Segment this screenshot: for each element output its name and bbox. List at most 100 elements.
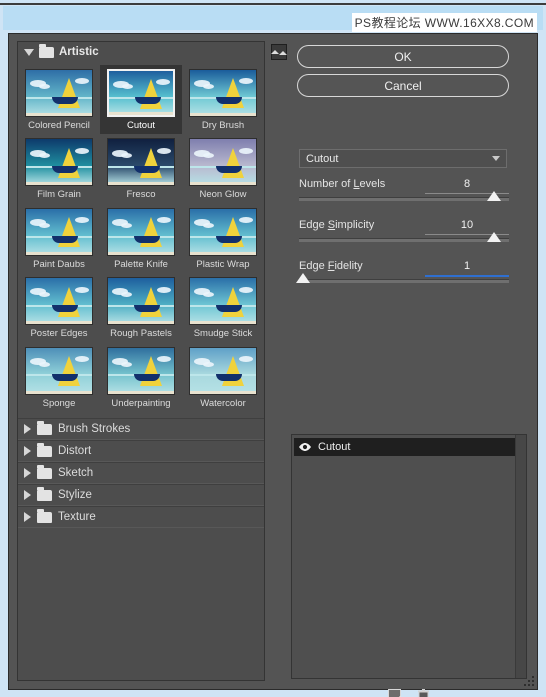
filter-thumb-poster-edges[interactable]: Poster Edges [18,273,100,342]
filter-thumb-rough-pastels[interactable]: Rough Pastels [100,273,182,342]
category-row-texture[interactable]: Texture [18,506,264,529]
filter-thumb-label: Fresco [126,189,156,201]
watermark-text: PS教程论坛 WWW.16XX8.COM [351,13,537,32]
triangle-right-icon[interactable] [24,490,31,501]
filter-thumb-label: Dry Brush [201,120,245,131]
layers-scrollbar[interactable] [515,435,526,678]
new-layer-icon[interactable] [387,688,402,697]
param-value: 1 [463,260,471,272]
eye-icon[interactable] [296,440,314,454]
filter-preview-image [107,207,175,256]
category-label: Sketch [58,467,94,480]
filter-thumb-palette-knife[interactable]: Palette Knife [100,204,182,273]
param-slider-handle[interactable] [487,232,502,242]
category-row-distort[interactable]: Distort [18,440,264,463]
filter-thumb-cutout[interactable]: Cutout [100,65,182,135]
filter-thumb-label: Palette Knife [114,258,168,270]
filter-thumb-label: Rough Pastels [110,328,172,340]
filter-thumb-label: Watercolor [200,397,246,409]
param-label-suffix: implicity [335,219,375,231]
category-label: Artistic [59,46,99,58]
category-row-sketch[interactable]: Sketch [18,462,264,485]
category-row-brush-strokes[interactable]: Brush Strokes [18,418,264,441]
filter-parameters: Number of Levels 8 Edge Simplicity 10 Edge F… [296,174,509,297]
param-slider-handle[interactable] [296,273,311,283]
folder-icon [37,442,52,457]
param-number-of-levels: Number of Levels 8 [299,174,509,201]
folder-icon [37,464,52,479]
category-row-stylize[interactable]: Stylize [18,484,264,507]
filter-thumb-label: Plastic Wrap [196,258,250,270]
filter-thumb-neon-glow[interactable]: Neon Glow [182,134,264,203]
param-header: Edge Fidelity 1 [299,256,509,277]
filter-thumb-underpainting[interactable]: Underpainting [100,343,182,412]
filter-thumb-fresco[interactable]: Fresco [100,134,182,203]
filter-preview-image [25,277,93,326]
trash-icon[interactable] [416,688,431,697]
filter-preview-image [25,207,93,256]
filter-preview-image [189,138,257,187]
filter-thumb-label: Poster Edges [30,328,88,340]
filter-browser-panel[interactable]: Artistic Colored Pencil Cutout Dry Brush [17,41,265,681]
collapse-panel-button[interactable] [271,44,287,60]
filter-select-value: Cutout [306,152,339,165]
effect-layers-panel[interactable]: Cutout [291,434,527,679]
triangle-right-icon[interactable] [24,512,31,523]
cancel-button[interactable]: Cancel [297,74,509,97]
triangle-right-icon[interactable] [24,468,31,479]
effect-layer-name: Cutout [318,441,351,453]
triangle-right-icon[interactable] [24,424,31,435]
ok-button[interactable]: OK [297,45,509,68]
effect-layer-row[interactable]: Cutout [294,438,524,456]
param-header: Edge Simplicity 10 [299,215,509,235]
filter-thumb-sponge[interactable]: Sponge [18,343,100,412]
param-value-field[interactable]: 1 [425,256,509,277]
chevron-down-icon [492,156,500,161]
folder-icon [37,486,52,501]
triangle-down-icon[interactable] [24,48,34,56]
resize-grip[interactable] [522,674,534,686]
param-label: Number of Levels [299,178,425,190]
filter-thumb-watercolor[interactable]: Watercolor [182,343,264,412]
category-label: Texture [58,511,96,524]
param-value: 8 [463,178,471,190]
param-edge-simplicity: Edge Simplicity 10 [299,215,509,242]
filter-thumb-paint-daubs[interactable]: Paint Daubs [18,204,100,273]
effect-layer-list: Cutout [292,438,526,456]
param-label: Edge Simplicity [299,219,425,231]
filter-thumb-dry-brush[interactable]: Dry Brush [182,65,264,134]
filter-preview-image [189,69,257,117]
double-chevron-up-icon-2 [279,50,287,55]
filter-preview-image [189,346,257,395]
filter-select-dropdown[interactable]: Cutout [299,149,507,168]
param-value: 10 [460,219,474,231]
param-slider-track[interactable] [299,191,509,201]
triangle-right-icon[interactable] [24,446,31,457]
filter-thumb-label: Cutout [127,120,155,131]
double-chevron-up-icon [271,50,279,54]
filter-thumb-label: Smudge Stick [193,328,253,340]
param-label-suffix: evels [359,178,386,190]
effect-layer-toolbar [291,684,527,697]
filter-preview-image [107,69,175,117]
param-label-prefix: Edge [299,260,328,272]
param-slider-track[interactable] [296,273,509,283]
filter-thumb-smudge-stick[interactable]: Smudge Stick [182,273,264,342]
window-top-rule [0,3,546,5]
filter-preview-image [25,138,93,187]
folder-icon [39,43,54,58]
filter-preview-image [107,277,175,326]
param-slider-handle[interactable] [487,191,502,201]
filter-thumb-label: Neon Glow [199,189,247,201]
param-label-suffix: idelity [334,260,363,272]
filter-thumb-colored-pencil[interactable]: Colored Pencil [18,65,100,134]
folder-icon [37,508,52,523]
filter-thumb-plastic-wrap[interactable]: Plastic Wrap [182,204,264,273]
param-slider-track[interactable] [299,232,509,242]
param-label: Edge Fidelity [299,260,425,272]
filter-thumb-film-grain[interactable]: Film Grain [18,134,100,203]
filter-thumb-label: Paint Daubs [33,258,85,270]
filter-preview-image [107,138,175,187]
category-header-artistic[interactable]: Artistic [18,42,264,62]
filter-preview-image [107,346,175,395]
